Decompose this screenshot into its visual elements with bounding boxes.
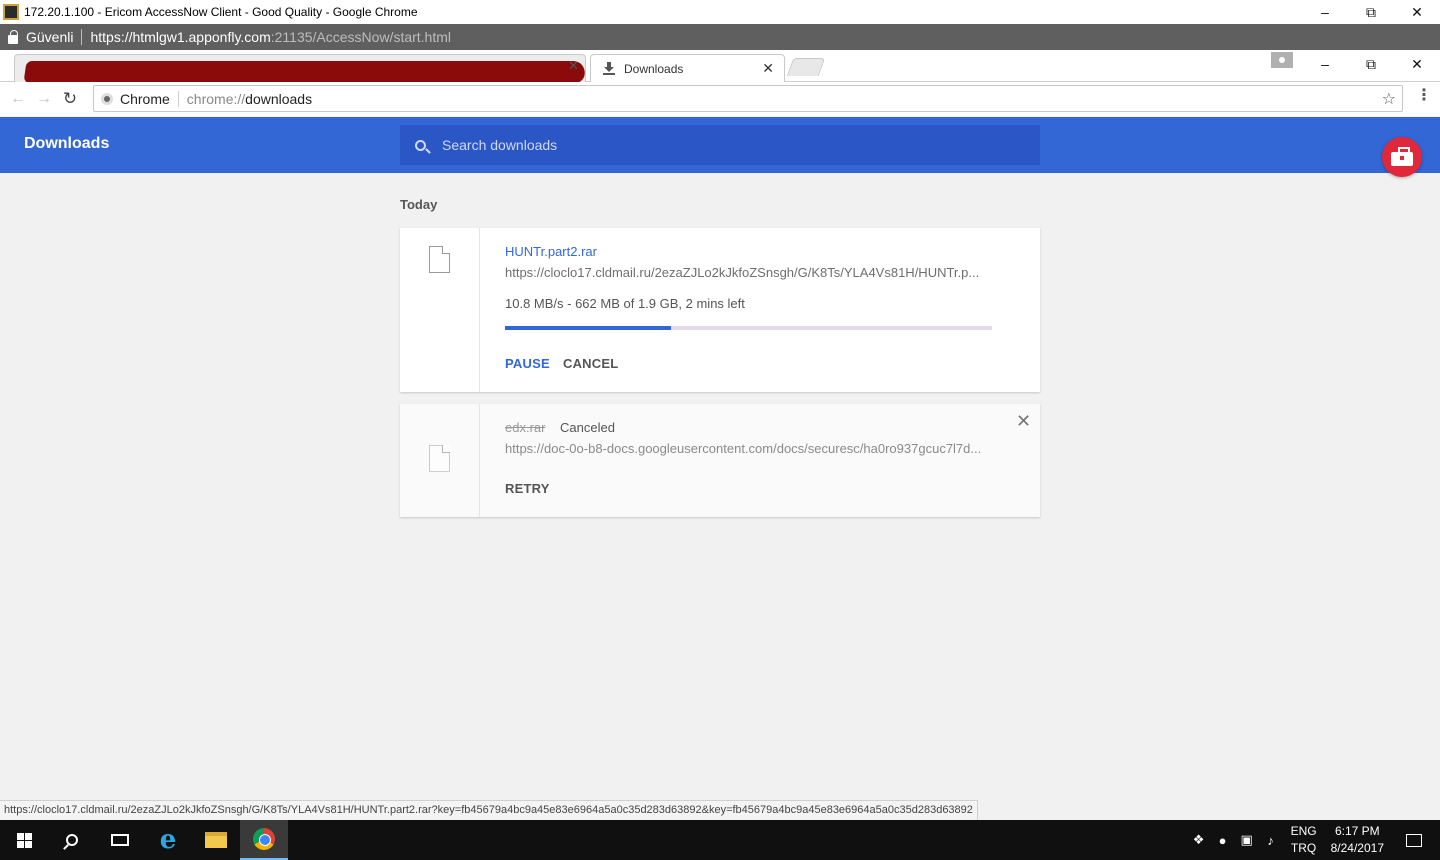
address-separator [81, 29, 83, 45]
tab-downloads[interactable]: Downloads ✕ [590, 54, 785, 82]
bookmark-star-icon[interactable]: ☆ [1382, 89, 1396, 109]
omnibox-site-label: Chrome [120, 90, 170, 107]
toolbox-button[interactable] [1382, 137, 1422, 177]
toolbox-icon [1391, 147, 1413, 166]
omnibox-url-scheme: chrome:// [186, 90, 246, 107]
taskbar-clock[interactable]: 6:17 PM 8/24/2017 [1331, 823, 1384, 857]
back-arrow-icon[interactable]: ← [5, 86, 31, 112]
cancel-button[interactable]: CANCEL [563, 356, 618, 371]
file-icon [429, 445, 450, 472]
new-tab-button[interactable] [786, 58, 826, 76]
omnibox[interactable]: Chrome chrome://downloads ☆ [93, 85, 1403, 112]
chrome-taskbar-button[interactable] [240, 820, 288, 860]
date-section-label: Today [400, 197, 438, 212]
minimize-icon[interactable]: – [1302, 50, 1348, 78]
pause-button[interactable]: PAUSE [505, 356, 550, 371]
omnibox-separator [177, 90, 179, 107]
keyboard-layout: TRQ [1290, 841, 1317, 855]
tab-close-icon[interactable]: ✕ [762, 60, 774, 77]
search-icon [66, 834, 78, 846]
profile-icon[interactable] [1271, 52, 1293, 68]
internet-explorer-icon: e [159, 825, 177, 855]
windows-logo-icon [16, 832, 32, 848]
tab-strip: ✕ Downloads ✕ [0, 50, 1440, 82]
ericom-app-icon [3, 4, 19, 20]
clock-date: 8/24/2017 [1330, 841, 1384, 855]
file-icon-column [400, 228, 480, 392]
download-status: 10.8 MB/s - 662 MB of 1.9 GB, 2 mins lef… [505, 296, 745, 311]
start-button[interactable] [0, 820, 48, 860]
file-icon-column [400, 404, 480, 517]
search-box[interactable] [400, 125, 1040, 165]
download-url[interactable]: https://doc-0o-b8-docs.googleusercontent… [505, 441, 981, 456]
close-icon[interactable]: ✕ [1394, 0, 1440, 24]
internet-explorer-button[interactable]: e [144, 820, 192, 860]
outer-address-bar[interactable]: Güvenli https://htmlgw1.apponfly.com :21… [0, 24, 1440, 50]
download-progress-bar [505, 326, 992, 330]
windows-taskbar: e ❖ ● ▣ ♪ ENG TRQ 6:17 PM 8/24/2017 [0, 820, 1440, 860]
dropbox-icon[interactable]: ❖ [1187, 832, 1211, 848]
task-view-button[interactable] [96, 820, 144, 860]
download-filename: edx.rar [505, 420, 546, 435]
omnibox-url-host: downloads [245, 90, 313, 107]
tab-close-icon[interactable]: ✕ [568, 58, 579, 74]
page-title: Downloads [24, 135, 110, 152]
secure-label: Güvenli [26, 29, 74, 45]
chrome-page-icon [101, 92, 113, 105]
language-code: ENG [1290, 824, 1317, 838]
download-item: HUNTr.part2.rar https://cloclo17.cldmail… [400, 228, 1040, 392]
outer-url-path: :21135/AccessNow/start.html [270, 29, 452, 45]
clock-time: 6:17 PM [1334, 824, 1380, 838]
lock-icon [8, 29, 18, 44]
task-view-icon [111, 834, 129, 846]
taskbar-search-button[interactable] [48, 820, 96, 860]
close-icon[interactable]: ✕ [1394, 50, 1440, 78]
restore-icon[interactable]: ⧉ [1348, 0, 1394, 24]
download-item: edx.rar Canceled https://doc-0o-b8-docs.… [400, 404, 1040, 517]
chat-icon[interactable]: ● [1211, 833, 1235, 848]
reload-icon[interactable]: ↻ [57, 86, 83, 112]
chrome-icon [253, 828, 275, 850]
outer-window-controls: – ⧉ ✕ [1302, 0, 1440, 24]
link-status-bubble: https://cloclo17.cldmail.ru/2ezaZJLo2kJk… [0, 800, 978, 820]
folder-icon [205, 832, 227, 848]
file-icon [429, 246, 450, 273]
system-tray: ❖ ● ▣ ♪ ENG TRQ 6:17 PM 8/24/2017 [1187, 820, 1440, 860]
minimize-icon[interactable]: – [1302, 0, 1348, 24]
search-icon[interactable] [415, 139, 426, 151]
download-filename[interactable]: HUNTr.part2.rar [505, 244, 597, 259]
outer-url-host: https://htmlgw1.apponfly.com [90, 29, 271, 45]
search-input[interactable] [442, 137, 1040, 153]
download-icon [603, 62, 615, 75]
tab-redacted[interactable] [14, 54, 586, 82]
download-url[interactable]: https://cloclo17.cldmail.ru/2ezaZJLo2kJk… [505, 265, 979, 280]
browser-toolbar: ← → ↻ Chrome chrome://downloads ☆ [0, 82, 1440, 116]
forward-arrow-icon[interactable]: → [31, 86, 57, 112]
outer-window-title: 172.20.1.100 - Ericom AccessNow Client -… [24, 5, 418, 19]
downloads-header: Downloads [0, 117, 1440, 173]
download-state-label: Canceled [560, 420, 615, 435]
tab-downloads-title: Downloads [624, 61, 684, 76]
restore-icon[interactable]: ⧉ [1348, 50, 1394, 78]
inner-window-controls: – ⧉ ✕ [1302, 50, 1440, 78]
chrome-menu-icon[interactable]: ⋮ [1416, 88, 1432, 104]
network-icon[interactable]: ▣ [1235, 832, 1259, 848]
remove-from-list-icon[interactable]: ✕ [1016, 411, 1031, 432]
action-center-icon[interactable] [1406, 833, 1422, 847]
file-explorer-button[interactable] [192, 820, 240, 860]
retry-button[interactable]: RETRY [505, 481, 550, 496]
redaction-scribble [23, 61, 585, 82]
download-progress-fill [505, 326, 671, 330]
volume-icon[interactable]: ♪ [1259, 833, 1283, 848]
outer-window-titlebar: 172.20.1.100 - Ericom AccessNow Client -… [0, 0, 1440, 24]
input-language-indicator[interactable]: ENG TRQ [1291, 823, 1317, 857]
